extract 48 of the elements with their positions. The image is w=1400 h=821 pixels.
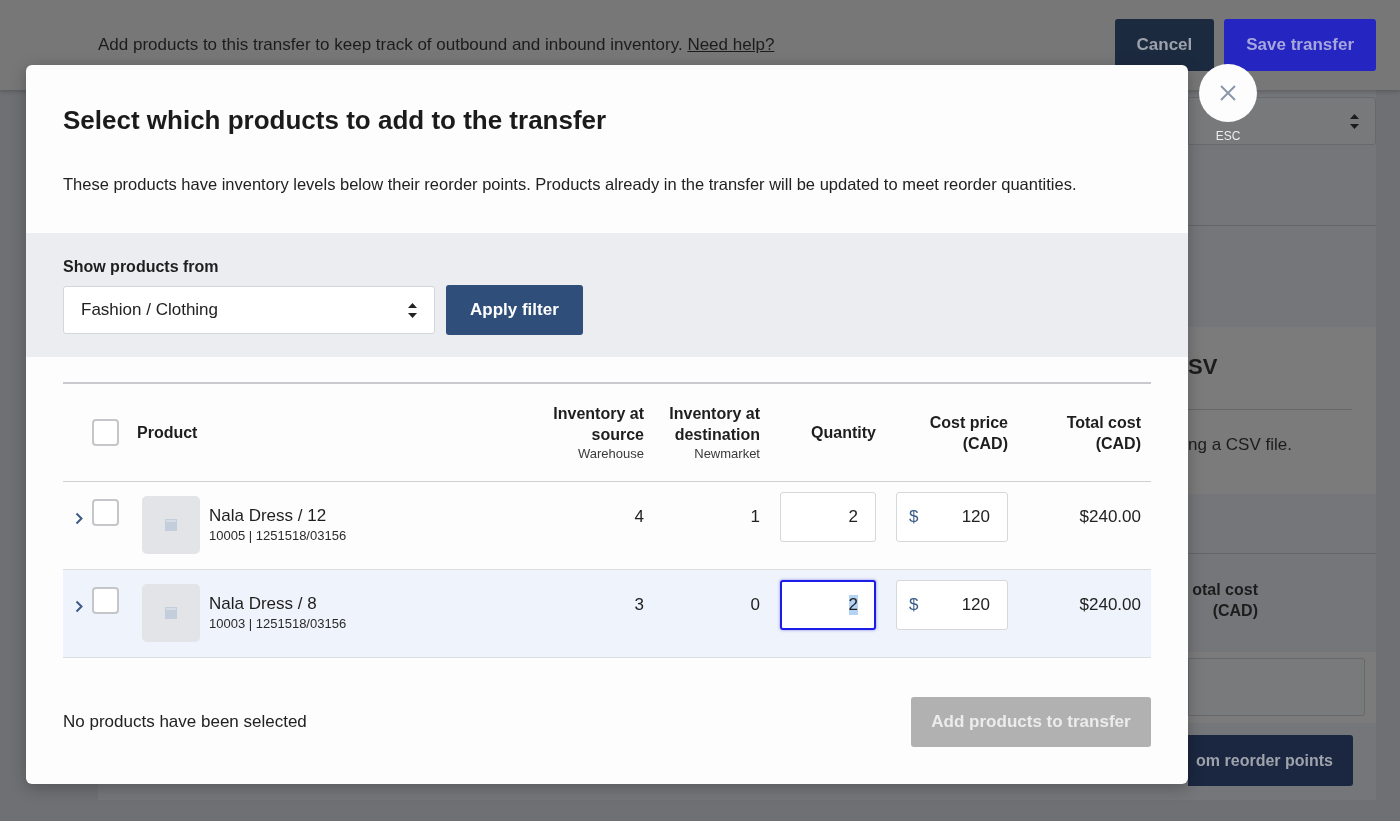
column-header: Total cost (CAD) [1065, 412, 1141, 454]
column-subheader: Newmarket [694, 445, 760, 462]
product-name: Nala Dress / 8 [209, 593, 317, 615]
updown-arrows-icon [1350, 113, 1359, 129]
quantity-field[interactable]: 2 [780, 580, 876, 630]
apply-filter-button[interactable]: Apply filter [446, 285, 583, 335]
product-details: 10005 | 1251518/03156 [209, 527, 347, 545]
card-text: ng a CSV file. [1188, 434, 1292, 456]
cost-price-field[interactable]: $ 120 [896, 580, 1008, 630]
quantity-field[interactable]: 2 [780, 492, 876, 542]
inventory-count: 0 [750, 595, 760, 614]
column-header: Inventory at source [552, 404, 644, 445]
product-name: Nala Dress / 12 [209, 505, 327, 527]
image-icon [165, 519, 177, 531]
inventory-count: 3 [634, 595, 644, 614]
modal-title: Select which products to add to the transfer [63, 104, 608, 137]
help-link[interactable]: Need help? [687, 35, 775, 54]
column-header: Product [137, 423, 198, 443]
input-field[interactable] [1188, 658, 1365, 716]
total-cost: $240.00 [1079, 507, 1141, 526]
column-subheader: Warehouse [578, 445, 644, 462]
modal-description: These products have inventory levels below their reorder points. Products already in the transfer will be updated to meet reorder quantities. [63, 174, 1078, 195]
save-button[interactable]: Save transfer [1224, 19, 1376, 71]
column-header: Cost price (CAD) [928, 412, 1008, 454]
filter-label: Show products from [63, 257, 220, 277]
select-all-checkbox[interactable] [92, 419, 119, 446]
card-title: SV [1188, 354, 1218, 380]
image-icon [165, 607, 177, 619]
column-header: Inventory at destination [668, 404, 760, 445]
cancel-button[interactable]: Cancel [1114, 19, 1215, 71]
inventory-count: 1 [750, 507, 760, 526]
total-cost: $240.00 [1079, 595, 1141, 614]
selection-status: No products have been selected [63, 712, 307, 732]
close-icon [1219, 84, 1237, 102]
row-checkbox[interactable] [92, 499, 119, 526]
product-details: 10003 | 1251518/03156 [209, 615, 347, 633]
column-header: Quantity [811, 423, 876, 443]
intro-text: Add products to this transfer to keep track of outbound and inbound inventory. Need help? [98, 35, 776, 55]
reorder-button[interactable]: om reorder points [1188, 735, 1353, 786]
inventory-count: 4 [634, 507, 644, 526]
category-select[interactable]: Fashion / Clothing [63, 286, 435, 334]
row-checkbox[interactable] [92, 587, 119, 614]
cost-price-field[interactable]: $ 120 [896, 492, 1008, 542]
esc-hint: ESC [1214, 129, 1242, 143]
expand-chevron-icon[interactable] [75, 600, 83, 613]
updown-arrows-icon [408, 302, 417, 318]
expand-chevron-icon[interactable] [75, 512, 83, 525]
column-header: otal cost (CAD) [1191, 580, 1258, 621]
